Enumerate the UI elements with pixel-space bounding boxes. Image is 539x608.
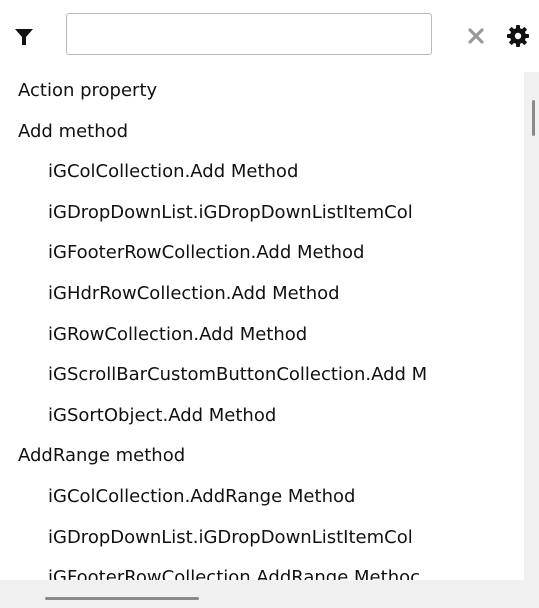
index-toolbar bbox=[0, 0, 539, 72]
index-subentry[interactable]: iGColCollection.Add Method bbox=[0, 153, 524, 191]
index-entry[interactable]: AddRange method bbox=[0, 437, 524, 475]
index-entry[interactable]: Add method bbox=[0, 113, 524, 151]
search-input[interactable] bbox=[66, 13, 432, 55]
index-list: Action property Add method iGColCollection… bbox=[0, 72, 524, 580]
index-subentry[interactable]: iGSortObject.Add Method bbox=[0, 397, 524, 435]
index-subentry[interactable]: iGDropDownList.iGDropDownListItemCol bbox=[0, 519, 524, 557]
index-subentry[interactable]: iGFooterRowCollection.AddRange Methoc bbox=[0, 559, 524, 580]
gear-icon[interactable] bbox=[506, 24, 530, 48]
filter-icon[interactable] bbox=[14, 27, 34, 47]
index-subentry[interactable]: iGFooterRowCollection.Add Method bbox=[0, 234, 524, 272]
horizontal-scrollbar-thumb[interactable] bbox=[45, 597, 199, 600]
index-entry[interactable]: Action property bbox=[0, 72, 524, 110]
close-icon[interactable] bbox=[465, 25, 487, 47]
horizontal-scrollbar[interactable] bbox=[0, 580, 539, 608]
index-subentry[interactable]: iGScrollBarCustomButtonCollection.Add M bbox=[0, 356, 524, 394]
index-subentry[interactable]: iGColCollection.AddRange Method bbox=[0, 478, 524, 516]
index-subentry[interactable]: iGRowCollection.Add Method bbox=[0, 316, 524, 354]
vertical-scrollbar[interactable] bbox=[524, 72, 539, 580]
vertical-scrollbar-thumb[interactable] bbox=[532, 100, 535, 136]
index-subentry[interactable]: iGHdrRowCollection.Add Method bbox=[0, 275, 524, 313]
index-subentry[interactable]: iGDropDownList.iGDropDownListItemCol bbox=[0, 194, 524, 232]
